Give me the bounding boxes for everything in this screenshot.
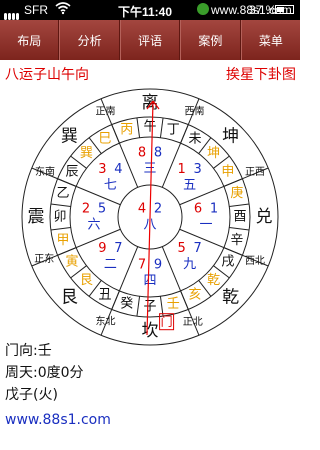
period-star: 六 (87, 218, 100, 233)
direction-label: 正北 (183, 316, 203, 328)
feng-shui-compass-chart: 离西南坤正西兑西北乾正北坎东北艮正东震东南巽正南丙午丁未坤申庚酉辛戌乾亥壬子癸丑… (21, 88, 279, 346)
water-star: 2 (154, 202, 162, 217)
tab-comments[interactable]: 评语 (119, 20, 181, 60)
period-star: 二 (104, 257, 117, 272)
mountain-label: 申 (221, 165, 234, 180)
notification-icons (196, 2, 210, 19)
mountain-label: 甲 (57, 233, 70, 248)
trigram-label: 艮 (61, 288, 78, 308)
tab-cases[interactable]: 案例 (180, 20, 241, 60)
direction-label: 西北 (245, 255, 265, 267)
water-star: 7 (114, 241, 122, 256)
water-star: 9 (154, 258, 162, 273)
mountain-star: 7 (138, 258, 146, 273)
mountain-label: 乾 (207, 273, 220, 288)
gate-label: 门 (161, 314, 173, 329)
tab-layout[interactable]: 布局 (0, 20, 60, 60)
signal-icon (4, 6, 24, 20)
trigram-label: 兑 (256, 207, 273, 227)
mountain-divider (136, 296, 141, 317)
direction-label: 正南 (95, 105, 115, 118)
water-star: 7 (193, 241, 201, 256)
mountain-label: 子 (143, 300, 156, 315)
trigram-label: 乾 (222, 288, 239, 308)
mountain-label: 坤 (207, 146, 220, 161)
mountain-star: 5 (177, 241, 185, 256)
mountain-label: 丁 (167, 123, 180, 138)
direction-label: 正西 (245, 167, 265, 178)
mountain-label: 癸 (120, 296, 133, 311)
mountain-label: 辛 (230, 233, 243, 248)
battery-icon (275, 5, 294, 14)
status-time: 下午11:40 (118, 5, 173, 19)
mountain-star: 3 (98, 162, 106, 177)
mountain-label: 丙 (120, 123, 133, 138)
mountain-divider (159, 117, 164, 138)
mountain-label: 巳 (98, 132, 111, 147)
trigram-label: 坎 (142, 321, 159, 341)
mountain-label: 未 (188, 132, 201, 147)
period-star: 五 (183, 178, 196, 193)
water-star: 3 (193, 162, 201, 177)
trigram-label: 坤 (222, 126, 239, 146)
mountain-star: 8 (138, 146, 146, 161)
trigram-label: 巽 (61, 126, 78, 146)
tab-menu[interactable]: 菜单 (240, 20, 300, 60)
mountain-divider (229, 203, 250, 208)
mountain-label: 壬 (167, 296, 180, 311)
mountain-label: 巽 (80, 146, 93, 161)
mountain-label: 庚 (230, 185, 243, 201)
period-star: 一 (199, 218, 212, 233)
water-star: 4 (114, 162, 122, 177)
mountain-label: 辰 (66, 165, 79, 180)
mountain-star: 6 (194, 202, 202, 217)
mountain-divider (50, 203, 71, 208)
door-direction: 门向:壬 (5, 343, 52, 359)
carrier-label: SFR (24, 3, 48, 17)
mountain-label: 戌 (221, 255, 234, 270)
mountain-divider (50, 226, 71, 231)
direction-label: 西南 (185, 105, 205, 118)
nav-bar: 布局 分析 评语 案例 菜单 (0, 20, 300, 60)
wifi-icon (55, 1, 71, 18)
mountain-label: 卯 (53, 210, 66, 225)
water-star: 5 (98, 202, 106, 217)
battery-percent: 37 % (249, 3, 277, 17)
celestial-degrees: 周天:0度0分 (5, 365, 84, 381)
mountain-label: 亥 (188, 287, 201, 302)
mountain-star: 2 (82, 202, 90, 217)
period-star: 三 (143, 162, 156, 177)
period-star: 七 (104, 178, 117, 193)
mountain-label: 乙 (57, 186, 70, 201)
direction-label: 东北 (95, 314, 115, 327)
website-link[interactable]: www.88s1.com (5, 412, 111, 428)
mountain-label: 艮 (80, 273, 93, 288)
water-star: 1 (210, 202, 218, 217)
mountain-divider (229, 226, 250, 231)
mountain-divider (136, 117, 141, 138)
stem-branch: 戊子(火) (5, 387, 58, 403)
period-star: 四 (143, 274, 156, 289)
trigram-label: 震 (28, 207, 45, 227)
tab-analysis[interactable]: 分析 (59, 20, 120, 60)
mountain-star: 1 (177, 162, 185, 177)
mountain-star: 4 (138, 202, 146, 217)
mountain-star: 9 (98, 241, 106, 256)
trigram-label: 离 (142, 93, 159, 113)
mountain-label: 寅 (66, 254, 79, 270)
period-star: 九 (183, 257, 196, 272)
direction-label: 东南 (35, 165, 55, 178)
status-bar: SFR 下午11:40 www.88s1.com 37 % (0, 0, 300, 20)
mountain-label: 酉 (233, 210, 246, 225)
mountain-label: 丑 (98, 287, 111, 302)
direction-label: 正东 (34, 252, 54, 265)
mountain-divider (159, 296, 164, 317)
water-star: 8 (154, 146, 162, 161)
mountain-label: 午 (143, 120, 156, 135)
